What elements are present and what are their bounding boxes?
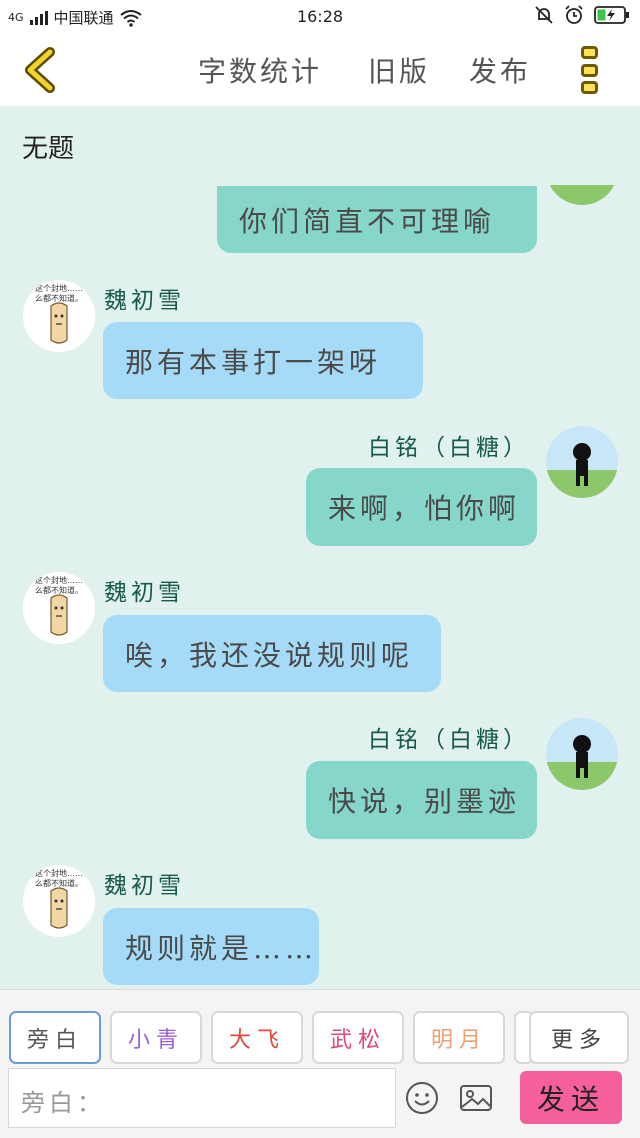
avatar-meme-line-2: 么都不知道。	[35, 293, 83, 303]
sender-name: 白铭（白糖）	[368, 435, 530, 461]
message-text: 你们简直不可理喻	[239, 204, 496, 238]
message-bubble: 那有本事打一架呀	[103, 322, 423, 399]
avatar[interactable]: 这个封地…… 么都不知道。	[23, 280, 95, 352]
document-title: 无题	[22, 134, 75, 164]
role-label: 小青	[127, 1027, 184, 1053]
word-count-button[interactable]: 字数统计	[198, 50, 322, 90]
avatar[interactable]	[546, 185, 618, 205]
avatar-meme-line-1: 这个封地……	[35, 868, 83, 878]
message-bubble: 唉，我还没说规则呢	[103, 615, 441, 692]
avatar[interactable]: 这个封地…… 么都不知道。	[23, 865, 95, 937]
role-button-mingyue[interactable]: 明月	[413, 1011, 505, 1064]
message-text: 唉，我还没说规则呢	[125, 638, 414, 672]
composer-panel: 旁白 小青 大飞 武松 明月 更多 旁白： 发送	[0, 989, 640, 1138]
mute-bell-icon	[535, 6, 553, 24]
role-label: 旁白	[26, 1027, 83, 1053]
avatar[interactable]	[546, 718, 618, 790]
top-bar: 字数统计 旧版 发布	[0, 34, 640, 106]
message-input[interactable]: 旁白：	[8, 1068, 396, 1128]
publish-button[interactable]: 发布	[469, 50, 531, 90]
role-label: 大飞	[228, 1027, 285, 1053]
avatar[interactable]: 这个封地…… 么都不知道。	[23, 572, 95, 644]
status-bar: 4G 中国联通 16:28	[0, 0, 640, 34]
avatar[interactable]	[546, 426, 618, 498]
message-bubble: 快说，别墨迹	[306, 761, 537, 839]
message-text: 来啊，怕你啊	[328, 492, 521, 525]
sender-name: 魏初雪	[104, 288, 185, 314]
role-label: 明月	[430, 1027, 487, 1053]
message-bubble: 你们简直不可理喻	[217, 186, 537, 253]
send-button[interactable]: 发送	[520, 1071, 622, 1124]
more-roles-button[interactable]: 更多	[529, 1011, 629, 1064]
battery-charging-icon	[594, 6, 629, 24]
sender-name: 魏初雪	[104, 580, 185, 606]
sender-name: 白铭（白糖）	[368, 727, 530, 753]
message-bubble: 来啊，怕你啊	[306, 468, 537, 546]
message-text: 快说，别墨迹	[328, 785, 521, 818]
avatar-meme-line-2: 么都不知道。	[35, 585, 83, 595]
emoji-icon[interactable]	[405, 1081, 439, 1115]
avatar-meme-line-1: 这个封地……	[35, 575, 83, 585]
send-label: 发送	[536, 1082, 605, 1116]
role-button-narrator[interactable]: 旁白	[9, 1011, 101, 1064]
avatar-meme-line-1: 这个封地……	[35, 283, 83, 293]
role-label: 武松	[329, 1027, 386, 1053]
message-text: 那有本事打一架呀	[125, 345, 382, 379]
avatar-meme-line-2: 么都不知道。	[35, 878, 83, 888]
old-version-button[interactable]: 旧版	[368, 50, 430, 90]
image-icon[interactable]	[459, 1081, 493, 1115]
status-right	[534, 5, 630, 25]
role-button-dafei[interactable]: 大飞	[211, 1011, 303, 1064]
role-button-wusong[interactable]: 武松	[312, 1011, 404, 1064]
chevron-left-icon[interactable]	[18, 46, 66, 94]
message-bubble: 规则就是……	[103, 908, 319, 985]
sender-name: 魏初雪	[104, 873, 185, 899]
message-text: 规则就是……	[125, 931, 318, 965]
role-button-xiaoqing[interactable]: 小青	[110, 1011, 202, 1064]
alarm-icon	[565, 5, 583, 24]
more-vertical-icon[interactable]	[578, 44, 602, 96]
role-label: 更多	[550, 1027, 607, 1053]
